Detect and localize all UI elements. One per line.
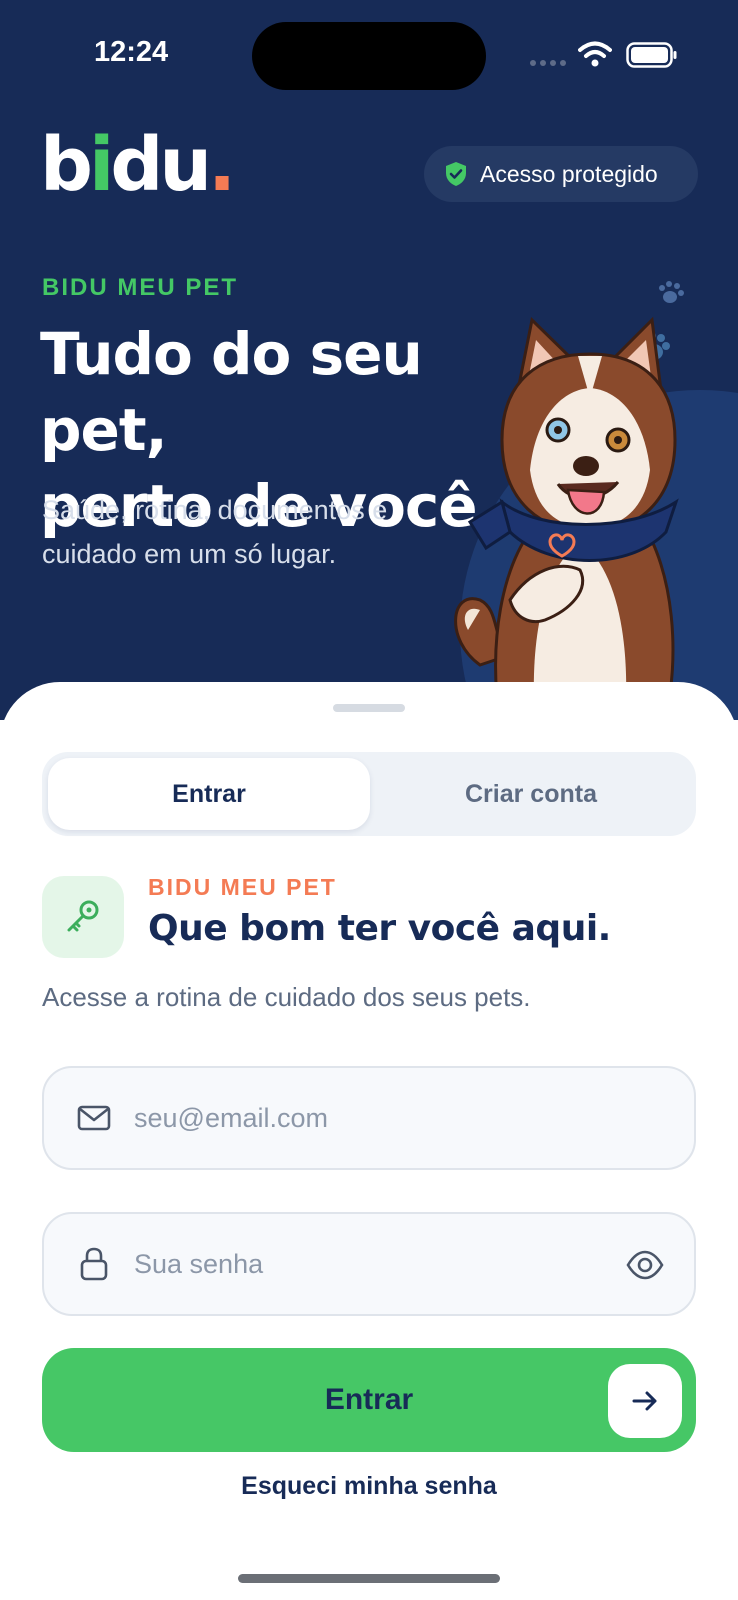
wifi-icon [578, 41, 612, 67]
card-description: Acesse a rotina de cuidado dos seus pets… [42, 982, 531, 1012]
auth-tabs: Entrar Criar conta [42, 752, 696, 836]
shield-icon [446, 162, 466, 186]
arrow-right-icon [632, 1391, 657, 1411]
submit-button-label: Entrar [324, 1383, 414, 1416]
signal-icon [530, 60, 566, 66]
hero-subhead: Saúde, rotina, documentos e cuidado em u… [42, 488, 472, 576]
paw-icon [659, 281, 684, 303]
secure-access-badge: Acesso protegido [424, 146, 698, 202]
key-tile [42, 876, 124, 958]
tab-criar-conta[interactable]: Criar conta [372, 758, 690, 830]
hero-eyebrow: BIDU MEU PET [42, 274, 239, 301]
forgot-password-link[interactable]: Esqueci minha senha [0, 1472, 738, 1501]
arrow-box [608, 1364, 682, 1438]
hero-section: 12:24 bidu. Acesso protegido BIDU MEU PE… [0, 0, 738, 720]
key-icon [67, 900, 99, 932]
secure-badge-label: Acesso protegido [480, 160, 658, 187]
card-title: Que bom ter você aqui. [148, 908, 611, 949]
email-field[interactable] [42, 1066, 696, 1170]
email-input[interactable] [134, 1102, 574, 1134]
card-eyebrow: BIDU MEU PET [148, 874, 337, 900]
dog-mascot-illustration [454, 281, 738, 720]
home-indicator [238, 1574, 500, 1583]
tab-entrar[interactable]: Entrar [48, 758, 370, 830]
status-bar: 12:24 [0, 0, 738, 110]
hero-subhead-line1: Saúde, rotina, documentos e [42, 495, 388, 525]
submit-button[interactable]: Entrar [42, 1348, 696, 1452]
mail-icon [77, 1105, 111, 1131]
battery-icon [626, 42, 677, 68]
hero-subhead-line2: cuidado em um só lugar. [42, 539, 337, 569]
status-time: 12:24 [94, 36, 169, 68]
sheet-grabber[interactable] [333, 704, 405, 712]
eye-icon[interactable] [626, 1248, 664, 1282]
dynamic-island [252, 22, 486, 90]
bidu-logo: bidu. [40, 122, 236, 208]
lock-icon [80, 1247, 108, 1281]
password-input[interactable] [134, 1248, 574, 1280]
password-field[interactable] [42, 1212, 696, 1316]
login-sheet: Entrar Criar conta BIDU MEU PET Que bom … [0, 682, 738, 1600]
